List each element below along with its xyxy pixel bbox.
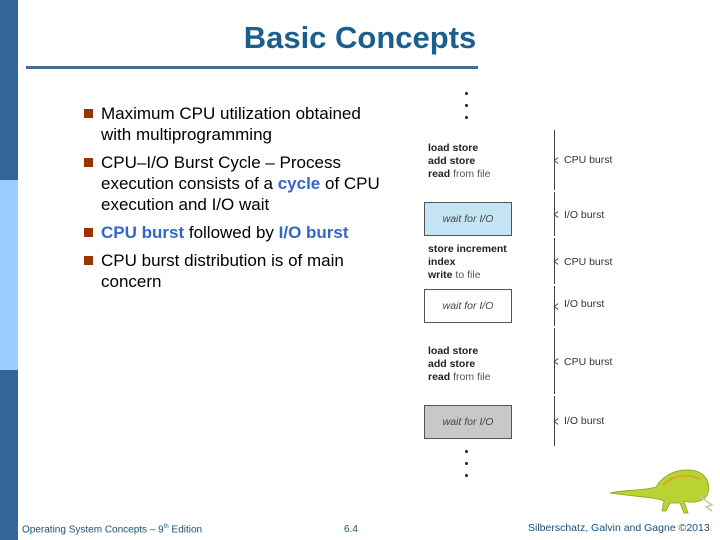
code-line: write to file bbox=[428, 269, 481, 281]
bullet-text: CPU burst distribution is of main concer… bbox=[101, 251, 344, 291]
code-line: index bbox=[428, 256, 456, 268]
bullet-square-icon bbox=[84, 158, 93, 167]
brace-io-2 bbox=[553, 286, 563, 326]
cpu-io-burst-diagram: load store add store read from file wait f… bbox=[400, 80, 640, 480]
brace-io-1 bbox=[553, 192, 563, 236]
bullet-square-icon bbox=[84, 228, 93, 237]
cpu-block-2: store increment index write to file bbox=[428, 243, 507, 282]
footer-book-title: Operating System Concepts – 9th Edition bbox=[22, 524, 203, 536]
burst-label-4: I/O burst bbox=[564, 298, 605, 310]
burst-label-6: I/O burst bbox=[564, 415, 605, 427]
wait-box-2: wait for I/O bbox=[424, 289, 512, 323]
brace-cpu-1 bbox=[553, 130, 563, 190]
bullet-text: Maximum CPU utilization obtained with mu… bbox=[101, 104, 361, 144]
highlight-term: CPU burst bbox=[101, 223, 185, 242]
sidebar-middle-segment bbox=[0, 180, 18, 370]
cpu-block-3: load store add store read from file bbox=[428, 345, 490, 384]
highlight-term: cycle bbox=[277, 174, 321, 193]
slide-title: Basic Concepts bbox=[243, 20, 477, 55]
bullet-item: Maximum CPU utilization obtained with mu… bbox=[84, 103, 384, 145]
code-line: add store bbox=[428, 358, 476, 370]
burst-label-2: I/O burst bbox=[564, 209, 605, 221]
footer-page-number: 6.4 bbox=[344, 524, 358, 535]
brace-io-3 bbox=[553, 396, 563, 446]
highlight-term: I/O burst bbox=[278, 223, 349, 242]
bullet-list: Maximum CPU utilization obtained with mu… bbox=[84, 103, 384, 299]
code-line: load store bbox=[428, 345, 479, 357]
brace-cpu-3 bbox=[553, 328, 563, 394]
brace-cpu-2 bbox=[553, 238, 563, 284]
sidebar-band bbox=[0, 0, 18, 540]
burst-label-1: CPU burst bbox=[564, 154, 613, 166]
ellipsis-bottom-icon bbox=[463, 450, 469, 486]
burst-label-3: CPU burst bbox=[564, 256, 613, 268]
bullet-text: followed by bbox=[184, 223, 279, 242]
bullet-item: CPU–I/O Burst Cycle – Process execution … bbox=[84, 152, 384, 215]
burst-label-5: CPU burst bbox=[564, 356, 613, 368]
title-underline bbox=[26, 66, 478, 69]
bullet-item: CPU burst followed by I/O burst bbox=[84, 222, 384, 243]
bullet-square-icon bbox=[84, 109, 93, 118]
code-line: add store bbox=[428, 155, 476, 167]
cpu-block-1: load store add store read from file bbox=[428, 142, 490, 181]
bullet-square-icon bbox=[84, 256, 93, 265]
wait-box-3: wait for I/O bbox=[424, 405, 512, 439]
dinosaur-logo-icon bbox=[609, 469, 714, 514]
wait-box-1: wait for I/O bbox=[424, 202, 512, 236]
code-line: read from file bbox=[428, 168, 491, 180]
code-line: load store bbox=[428, 142, 479, 154]
bullet-item: CPU burst distribution is of main concer… bbox=[84, 250, 384, 292]
ellipsis-top-icon bbox=[463, 92, 469, 128]
code-line: read from file bbox=[428, 371, 491, 383]
code-line: store increment bbox=[428, 243, 507, 255]
footer-copyright: Silberschatz, Galvin and Gagne ©2013 bbox=[528, 522, 710, 534]
sidebar-bottom-segment bbox=[0, 370, 18, 540]
